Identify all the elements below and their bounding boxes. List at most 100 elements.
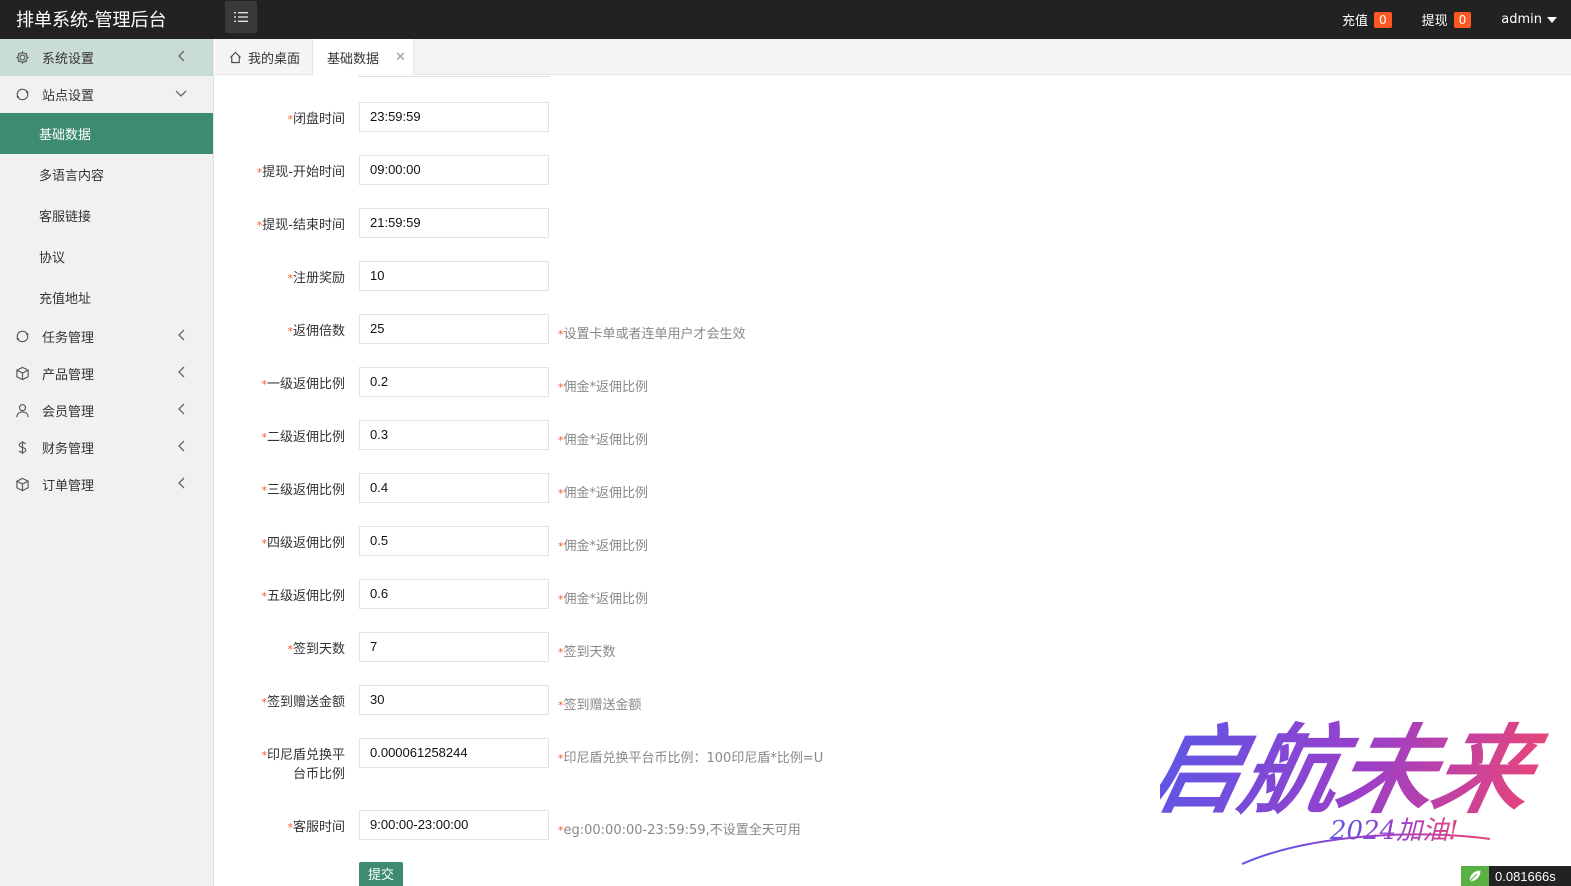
form-input[interactable]: 0.5 (359, 526, 549, 556)
form-input[interactable]: 9:00:00-23:00:00 (359, 810, 549, 840)
sidebar-item-label: 订单管理 (42, 479, 95, 494)
tab-label: 基础数据 (327, 52, 380, 67)
withdraw-badge: 0 (1453, 11, 1472, 28)
form-hint: *签到赠送金额 (558, 694, 642, 713)
form-hint-text: 印尼盾兑换平台币比例：100印尼盾*比例=U (563, 751, 824, 766)
form-hint: *佣金*返佣比例 (558, 429, 648, 448)
render-timer: 0.081666s (1461, 866, 1571, 886)
box-icon (14, 366, 30, 382)
chevron-down-icon (175, 90, 187, 97)
form-label: *注册奖励 (215, 261, 345, 288)
form-input[interactable]: 23:59:59 (359, 102, 549, 132)
sidebar-item-finance-management[interactable]: 财务管理 (0, 429, 213, 466)
tab-my-desktop[interactable]: 我的桌面 (229, 39, 300, 75)
form-input[interactable]: 7 (359, 632, 549, 662)
chevron-left-icon (178, 329, 185, 341)
submit-button[interactable]: 提交 (359, 862, 403, 886)
form-hint: *eg:00:00:00-23:59:59,不设置全天可用 (558, 819, 801, 838)
form-row: *一级返佣比例 0.2 *佣金*返佣比例 (215, 367, 1415, 397)
sidebar-subitem-agreement[interactable]: 协议 (0, 236, 213, 277)
withdraw-link[interactable]: 提现 0 (1422, 10, 1472, 29)
form-label-text: 客服时间 (292, 820, 345, 835)
dollar-icon (14, 440, 30, 456)
form-label-text: 返佣倍数 (292, 324, 345, 339)
form-hint-text: 佣金*返佣比例 (563, 539, 649, 554)
form-input[interactable]: 0.4 (359, 473, 549, 503)
sidebar-item-product-management[interactable]: 产品管理 (0, 355, 213, 392)
form-hint: *佣金*返佣比例 (558, 535, 648, 554)
sidebar-item-label: 任务管理 (42, 331, 95, 346)
form-label: *闭盘时间 (215, 102, 345, 129)
withdraw-label: 提现 (1421, 14, 1448, 29)
form-label: *印尼盾兑换平台币比例 (215, 738, 345, 784)
user-menu[interactable]: admin (1501, 12, 1557, 27)
sidebar-subitem-multilang[interactable]: 多语言内容 (0, 154, 213, 195)
sidebar: 系统设置 站点设置 基础数据 多语言内容 客服链接 协议 充值地址 任务管理 产… (0, 39, 214, 886)
form-label-text: 三级返佣比例 (266, 483, 345, 498)
form-label-text: 注册奖励 (292, 271, 345, 286)
chevron-left-icon (178, 50, 185, 62)
user-icon (14, 403, 30, 419)
sidebar-item-order-management[interactable]: 订单管理 (0, 466, 213, 503)
form-input[interactable]: 21:59:59 (359, 208, 549, 238)
chevron-left-icon (178, 366, 185, 378)
sidebar-item-site-settings[interactable]: 站点设置 (0, 76, 213, 113)
form-label: *二级返佣比例 (215, 420, 345, 447)
form-label: *五级返佣比例 (215, 579, 345, 606)
sidebar-subitem-basic-data[interactable]: 基础数据 (0, 113, 213, 154)
sidebar-item-label: 站点设置 (42, 89, 95, 104)
previous-input-edge (359, 75, 549, 77)
form-hint: *签到天数 (558, 641, 616, 660)
list-icon (234, 12, 248, 22)
form-label: *提现-结束时间 (215, 208, 345, 235)
form-input[interactable]: 0.3 (359, 420, 549, 450)
form-label-text: 签到天数 (292, 642, 345, 657)
form-label-text: 四级返佣比例 (266, 536, 345, 551)
chevron-left-icon (178, 440, 185, 452)
form-hint-text: 佣金*返佣比例 (563, 592, 649, 607)
refresh-icon (14, 87, 30, 103)
form-row: *注册奖励 10 (215, 261, 1415, 291)
form-label: *签到天数 (215, 632, 345, 659)
form-label-text: 闭盘时间 (292, 112, 345, 127)
form-hint-text: 佣金*返佣比例 (563, 433, 649, 448)
form-row: *五级返佣比例 0.6 *佣金*返佣比例 (215, 579, 1415, 609)
recharge-link[interactable]: 充值 0 (1342, 10, 1392, 29)
sidebar-subitem-service-link[interactable]: 客服链接 (0, 195, 213, 236)
form-row: *提现-开始时间 09:00:00 (215, 155, 1415, 185)
menu-toggle-button[interactable] (225, 1, 257, 33)
form-row: *二级返佣比例 0.3 *佣金*返佣比例 (215, 420, 1415, 450)
form-label-text: 一级返佣比例 (266, 377, 345, 392)
refresh-icon (14, 329, 30, 345)
form-input[interactable]: 10 (359, 261, 549, 291)
form-row: *签到天数 7 *签到天数 (215, 632, 1415, 662)
form-input[interactable]: 25 (359, 314, 549, 344)
form-label-text: 签到赠送金额 (266, 695, 345, 710)
form-hint-text: eg:00:00:00-23:59:59,不设置全天可用 (563, 823, 801, 838)
sidebar-item-system-settings[interactable]: 系统设置 (0, 39, 213, 76)
form-hint-text: 签到天数 (563, 645, 616, 660)
form-hint: *印尼盾兑换平台币比例：100印尼盾*比例=U (558, 747, 823, 766)
form-hint: *佣金*返佣比例 (558, 482, 648, 501)
recharge-badge: 0 (1373, 11, 1392, 28)
form-label: *提现-开始时间 (215, 155, 345, 182)
sidebar-item-member-management[interactable]: 会员管理 (0, 392, 213, 429)
form-hint-text: 签到赠送金额 (563, 698, 642, 713)
form-hint-text: 设置卡单或者连单用户才会生效 (563, 327, 746, 342)
close-icon[interactable]: ✕ (395, 50, 406, 65)
form-row: *三级返佣比例 0.4 *佣金*返佣比例 (215, 473, 1415, 503)
sidebar-subitem-recharge-address[interactable]: 充值地址 (0, 277, 213, 318)
main-content: *闭盘时间 23:59:59 *提现-开始时间 09:00:00 *提现-结束时间 21:… (215, 75, 1571, 886)
chevron-left-icon (178, 403, 185, 415)
form-input[interactable]: 0.6 (359, 579, 549, 609)
form-label: *一级返佣比例 (215, 367, 345, 394)
form-input[interactable]: 30 (359, 685, 549, 715)
form-input[interactable]: 0.2 (359, 367, 549, 397)
form-label-text: 提现-结束时间 (262, 218, 345, 233)
tab-basic-data[interactable]: 基础数据 ✕ (312, 39, 414, 76)
form-input[interactable]: 09:00:00 (359, 155, 549, 185)
sidebar-item-task-management[interactable]: 任务管理 (0, 318, 213, 355)
form-input[interactable]: 0.000061258244 (359, 738, 549, 768)
form-label-text: 提现-开始时间 (262, 165, 345, 180)
form-row: *签到赠送金额 30 *签到赠送金额 (215, 685, 1415, 715)
